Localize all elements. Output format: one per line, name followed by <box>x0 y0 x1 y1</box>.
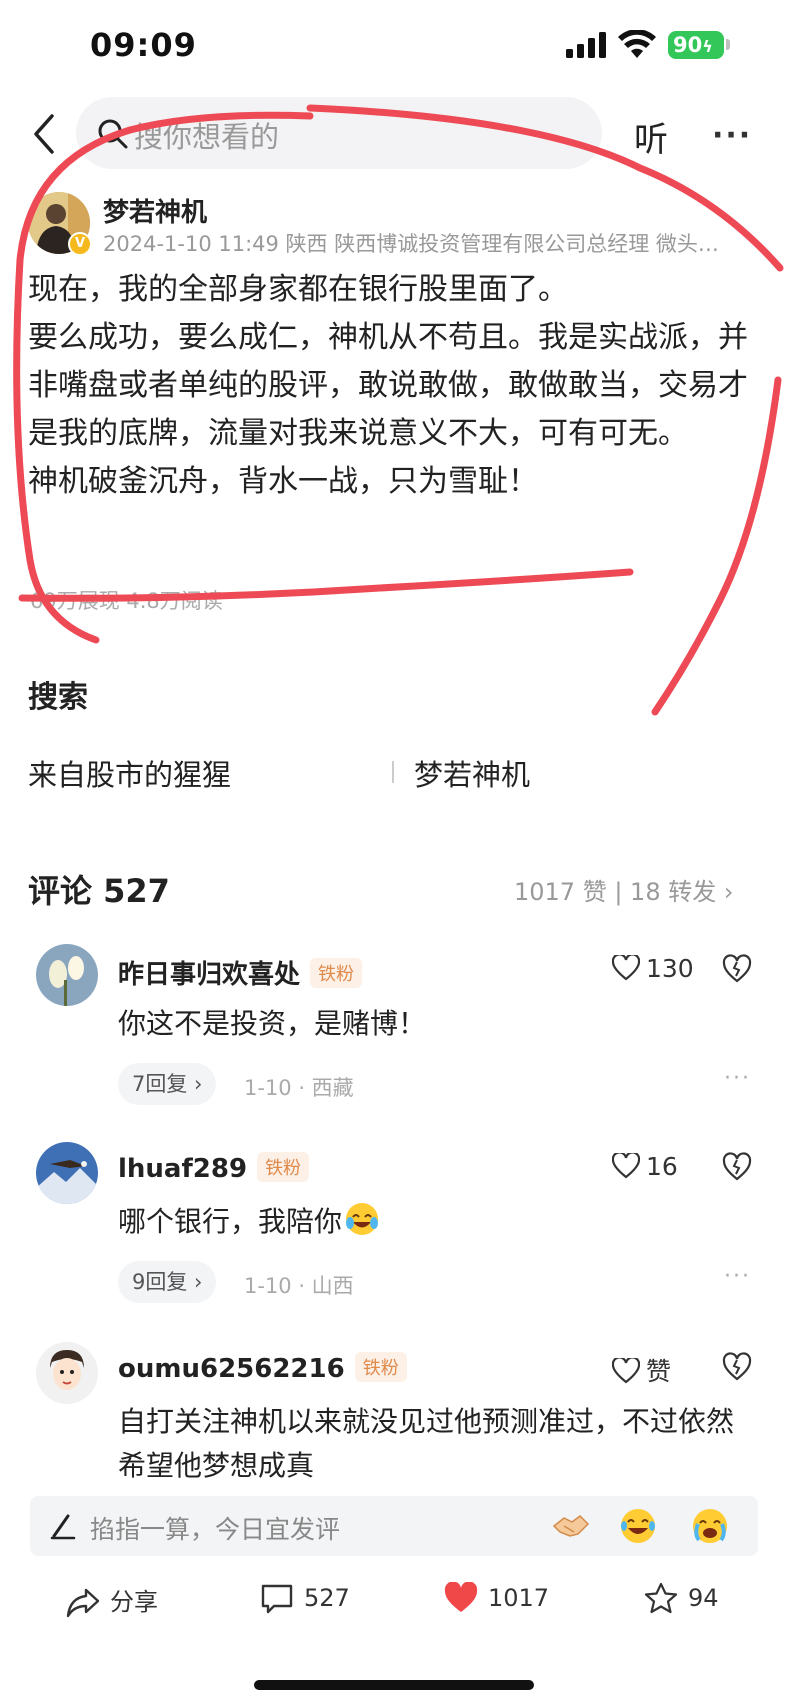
broken-heart-icon[interactable] <box>722 1352 752 1382</box>
search-placeholder: 搜你想看的 <box>134 120 280 154</box>
commenter-avatar[interactable] <box>36 944 98 1006</box>
comment-text-content: 哪个银行，我陪你 <box>118 1205 343 1238</box>
comments-stats[interactable]: 1017 赞 | 18 转发 › <box>514 872 733 907</box>
commenter-avatar-image <box>36 1342 98 1404</box>
search-section-title: 搜索 <box>28 680 88 715</box>
comment-like-button[interactable]: 赞 <box>611 1352 672 1388</box>
post-paragraph: 现在，我的全部身家都在银行股里面了。 <box>28 272 568 307</box>
heart-outline-icon <box>611 953 641 981</box>
back-icon[interactable] <box>30 112 60 156</box>
comment-like-count: 16 <box>646 1152 678 1181</box>
share-label: 分享 <box>110 1588 158 1616</box>
commenter-name[interactable]: 昨日事归欢喜处 铁粉 <box>118 954 363 991</box>
comment-more-icon[interactable]: ··· <box>724 1264 751 1289</box>
comment-like-count: 130 <box>646 954 694 983</box>
like-button[interactable]: 1017 <box>444 1581 550 1614</box>
comment-item: oumu62562216 铁粉 赞 自打关注神机以来就没见过他预测准过，不过依然希… <box>0 1342 789 1492</box>
handshake-emoji-icon[interactable] <box>550 1506 590 1546</box>
home-indicator <box>254 1680 534 1690</box>
status-bar: 09:09 90ϟ <box>0 0 789 90</box>
comment-meta: 1-10 · 山西 <box>244 1274 354 1298</box>
search-icon <box>98 119 128 149</box>
search-tag[interactable]: 梦若神机 <box>414 752 530 794</box>
share-button[interactable]: 分享 <box>66 1582 158 1618</box>
fan-badge: 铁粉 <box>310 958 363 988</box>
author-name[interactable]: 梦若神机 <box>103 192 207 229</box>
heart-filled-icon <box>444 1581 478 1612</box>
crying-laughing-emoji-icon <box>346 1203 379 1235</box>
heart-outline-icon <box>611 1151 641 1179</box>
post-stats: 69万展现 4.8万阅读 <box>30 589 223 613</box>
search-tag[interactable]: 来自股市的猩猩 <box>28 752 231 794</box>
comment-text: 自打关注神机以来就没见过他预测准过，不过依然希望他梦想成真 <box>118 1405 735 1482</box>
share-icon <box>66 1588 100 1618</box>
comment-like-count: 赞 <box>646 1357 672 1386</box>
battery-cap <box>726 39 730 50</box>
comment-text: 哪个银行，我陪你 <box>118 1200 758 1244</box>
post-paragraph: 神机破釜沉舟，背水一战，只为雪耻！ <box>28 464 538 499</box>
commenter-name-text: oumu62562216 <box>118 1354 345 1384</box>
comment-item: lhuaf289 铁粉 16 哪个银行，我陪你 9回复 › 1-10 · 山西 ·… <box>0 1142 789 1312</box>
status-time: 09:09 <box>90 26 197 64</box>
wifi-icon <box>618 30 656 58</box>
comment-input[interactable]: 掐指一算，今日宜发评 <box>30 1496 758 1556</box>
commenter-name[interactable]: oumu62562216 铁粉 <box>118 1352 407 1384</box>
broken-heart-icon[interactable] <box>722 954 752 984</box>
post-paragraph: 要么成功，要么成仁，神机从不苟且。我是实战派，并非嘴盘或者单纯的股评，敢说敢做，… <box>28 320 748 451</box>
comment-count: 527 <box>304 1584 350 1612</box>
star-icon <box>644 1582 678 1614</box>
commenter-name-text: lhuaf289 <box>118 1154 248 1184</box>
tag-divider <box>392 761 394 783</box>
comment-text: 你这不是投资，是赌博！ <box>118 1007 427 1040</box>
author-meta: 2024-1-10 11:49 陕西 陕西博诚投资管理有限公司总经理 微头… <box>103 232 719 256</box>
replies-button[interactable]: 7回复 › <box>118 1063 217 1105</box>
commenter-avatar[interactable] <box>36 1342 98 1404</box>
cellular-signal-icon <box>566 32 606 58</box>
crying-laughing-emoji-icon[interactable] <box>690 1506 730 1546</box>
fan-badge: 铁粉 <box>354 1352 407 1382</box>
like-count: 1017 <box>488 1584 550 1612</box>
comment-like-button[interactable]: 130 <box>611 953 694 983</box>
comments-title: 评论 527 <box>28 872 170 910</box>
commenter-avatar-image <box>36 1142 98 1204</box>
post-body: 现在，我的全部身家都在银行股里面了。 要么成功，要么成仁，神机从不苟且。我是实战… <box>28 266 768 506</box>
more-options-button[interactable]: ··· <box>712 118 752 153</box>
verified-badge-icon: V <box>68 232 92 256</box>
pen-icon <box>50 1514 76 1540</box>
commenter-avatar[interactable] <box>36 1142 98 1204</box>
battery-level: 90 <box>673 33 703 57</box>
listen-button[interactable]: 听 <box>634 112 668 161</box>
heart-outline-icon <box>611 1356 641 1384</box>
comment-button[interactable]: 527 <box>260 1582 350 1614</box>
commenter-name-text: 昨日事归欢喜处 <box>118 960 301 990</box>
commenter-avatar-image <box>36 944 98 1006</box>
comment-icon <box>261 1584 293 1614</box>
comment-meta: 1-10 · 西藏 <box>244 1076 354 1100</box>
comment-like-button[interactable]: 16 <box>611 1151 678 1181</box>
battery-indicator: 90ϟ <box>668 31 724 59</box>
comment-more-icon[interactable]: ··· <box>724 1066 751 1091</box>
replies-button[interactable]: 9回复 › <box>118 1261 217 1303</box>
commenter-name[interactable]: lhuaf289 铁粉 <box>118 1152 310 1184</box>
broken-heart-icon[interactable] <box>722 1152 752 1182</box>
comment-input-placeholder: 掐指一算，今日宜发评 <box>90 1515 341 1544</box>
comment-item: 昨日事归欢喜处 铁粉 130 你这不是投资，是赌博！ 7回复 › 1-10 · 西… <box>0 944 789 1114</box>
fan-badge: 铁粉 <box>257 1152 310 1182</box>
search-input[interactable]: 搜你想看的 <box>76 97 602 169</box>
laughing-emoji-icon[interactable] <box>618 1506 658 1546</box>
favorite-count: 94 <box>688 1584 719 1612</box>
favorite-button[interactable]: 94 <box>644 1582 719 1614</box>
